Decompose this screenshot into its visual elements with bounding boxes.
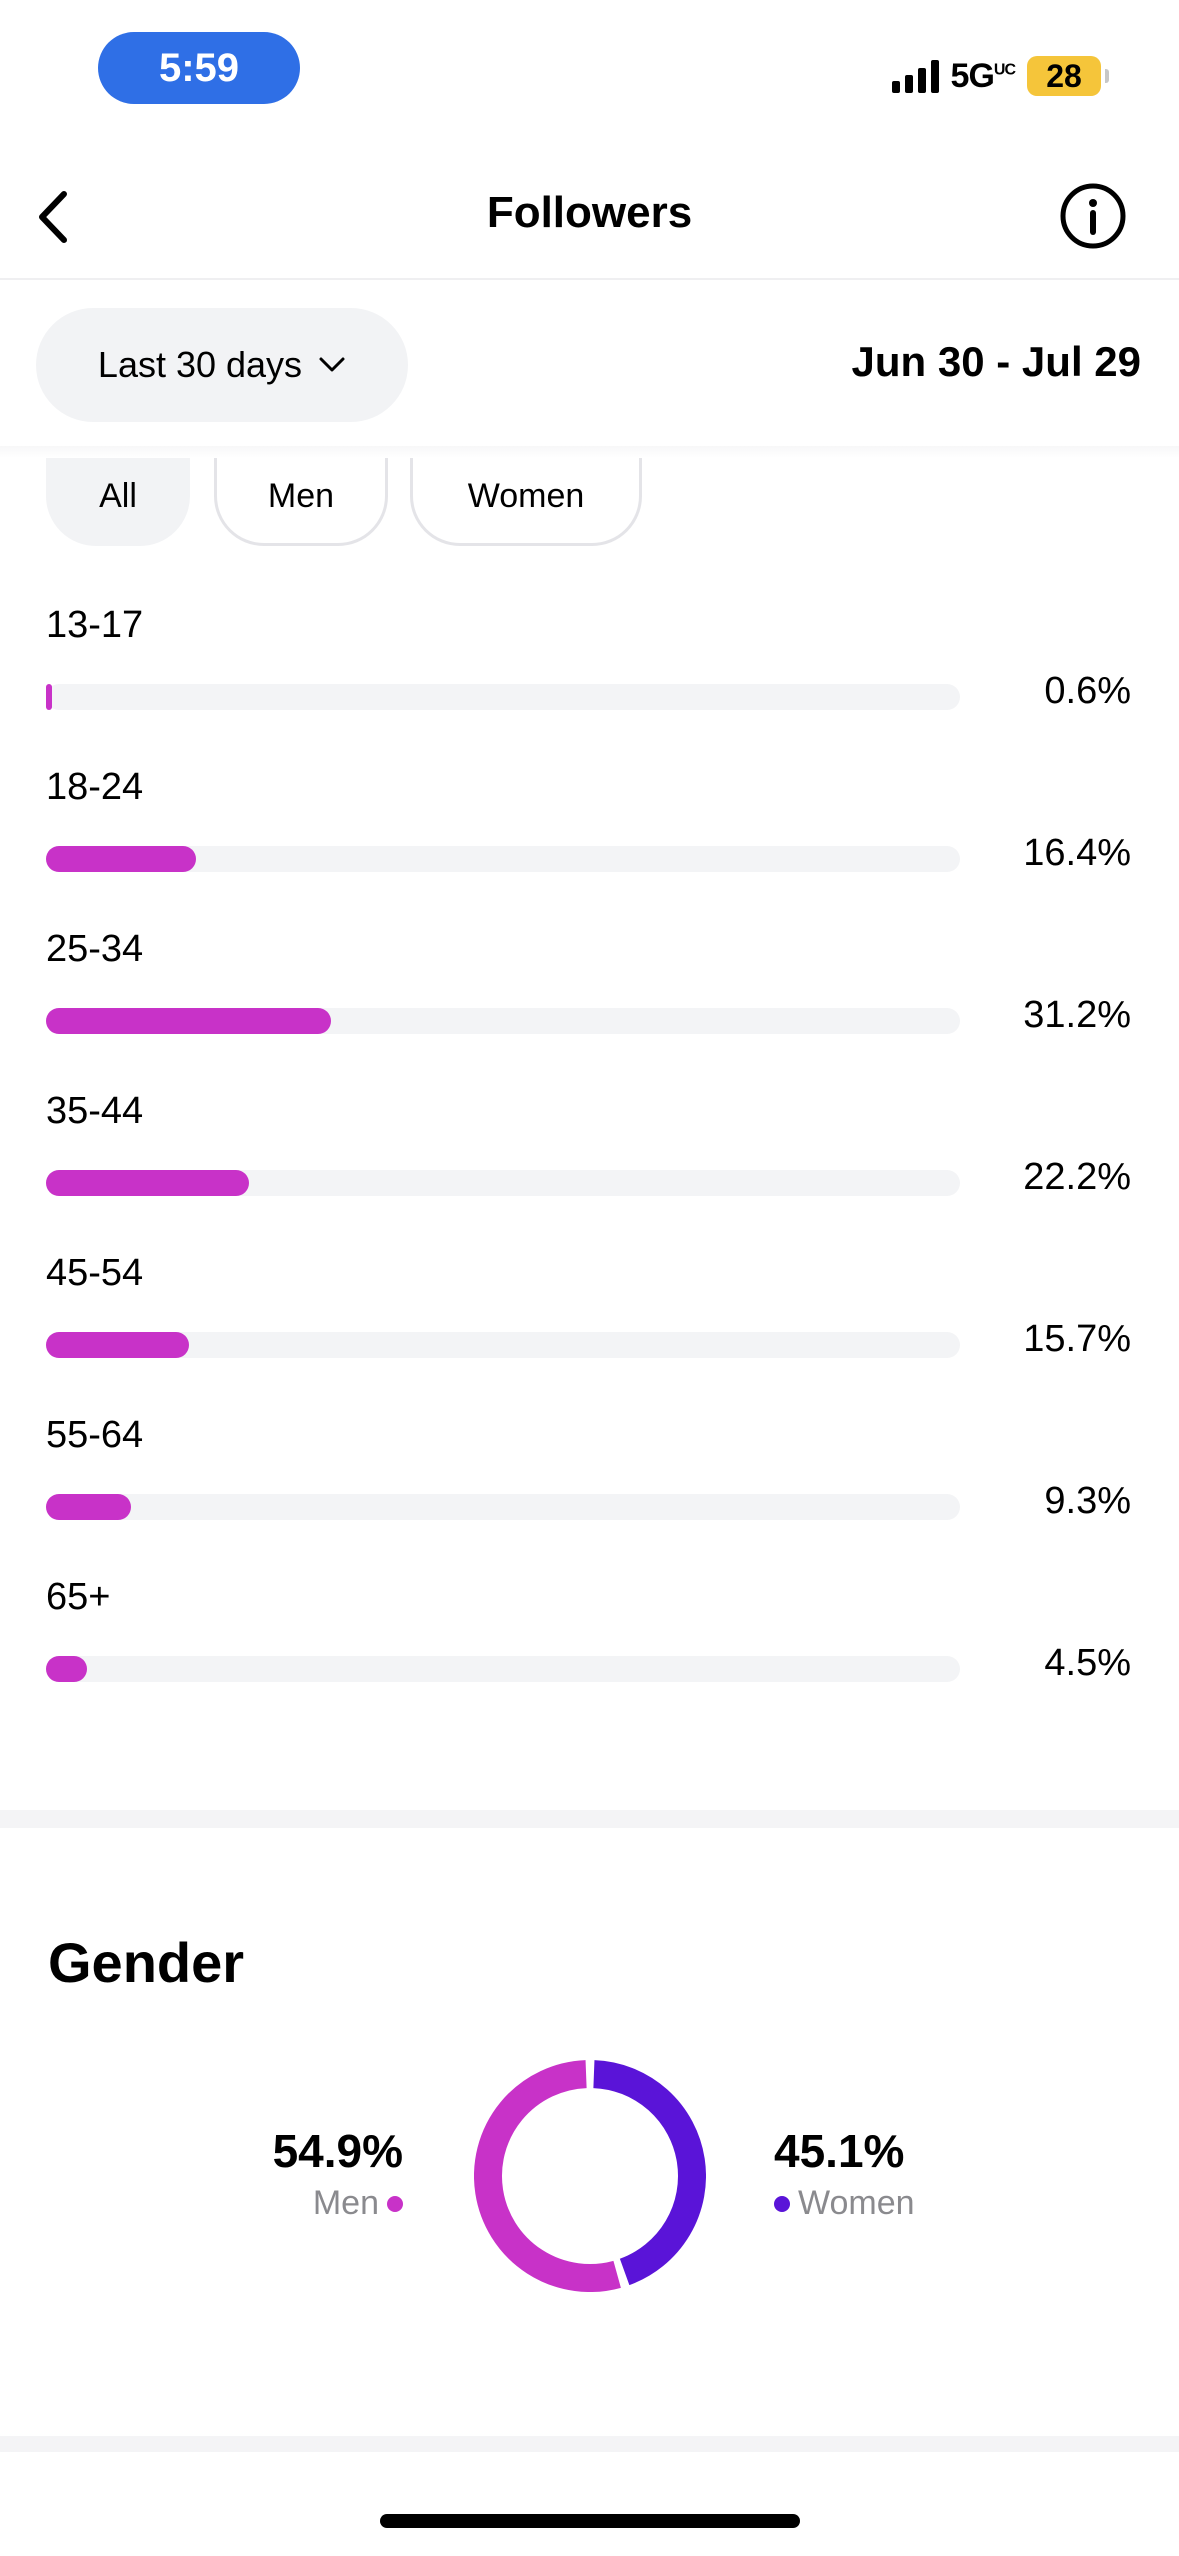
age-percent: 31.2%: [1023, 994, 1131, 1036]
age-bar-fill: [46, 1008, 332, 1034]
age-row: 13-17 0.6%: [0, 604, 1179, 766]
cellular-signal-icon: [891, 59, 939, 93]
age-label: 35-44: [46, 1090, 144, 1132]
age-percent: 4.5%: [1044, 1642, 1131, 1684]
age-bar-track: [46, 846, 960, 872]
age-percent: 0.6%: [1044, 670, 1131, 712]
home-indicator[interactable]: [380, 2514, 800, 2528]
age-percent: 16.4%: [1023, 832, 1131, 874]
page-title: Followers: [486, 188, 693, 237]
age-label: 25-34: [46, 928, 144, 970]
chevron-down-icon: [319, 357, 345, 372]
battery-icon: 28: [1027, 56, 1109, 96]
date-range-dropdown[interactable]: Last 30 days: [36, 308, 408, 422]
age-bar-track: [46, 1494, 960, 1520]
gender-section-title: Gender: [48, 1931, 245, 1994]
filter-chip-all[interactable]: All: [46, 446, 190, 546]
status-indicators: 5GUC 28: [891, 52, 1109, 100]
gender-men-stat: 54.9% Men: [273, 2124, 403, 2223]
gender-women-label: Women: [798, 2184, 915, 2222]
age-bar-fill: [46, 1656, 88, 1682]
age-percent: 22.2%: [1023, 1156, 1131, 1198]
date-range-text: Jun 30 - Jul 29: [851, 338, 1141, 385]
gender-men-percent: 54.9%: [272, 2125, 403, 2177]
age-row: 45-54 15.7%: [0, 1252, 1179, 1414]
scroll-fade: [0, 446, 1179, 458]
section-divider: [0, 2436, 1179, 2452]
network-type: 5GUC: [950, 56, 1016, 95]
age-row: 25-34 31.2%: [0, 928, 1179, 1090]
gender-filter-chips: All Men Women: [0, 446, 1179, 556]
age-bar-track: [46, 1656, 960, 1682]
battery-level: 28: [1046, 57, 1082, 94]
gender-women-percent: 45.1%: [774, 2125, 905, 2177]
age-row: 35-44 22.2%: [0, 1090, 1179, 1252]
age-bar-fill: [46, 1170, 249, 1196]
age-bar-fill: [46, 1494, 131, 1520]
age-bar-fill: [46, 684, 52, 710]
donut-slice-men: [474, 2060, 621, 2292]
gender-women-stat: 45.1% Women: [774, 2124, 915, 2223]
gender-men-label: Men: [312, 2184, 379, 2222]
status-time-pill[interactable]: 5:59: [98, 32, 300, 104]
age-label: 45-54: [46, 1252, 144, 1294]
donut-slice-women: [593, 2060, 706, 2286]
age-bar-fill: [46, 846, 196, 872]
nav-bar: Followers: [0, 160, 1179, 280]
age-row: 18-24 16.4%: [0, 766, 1179, 928]
section-divider: [0, 1810, 1179, 1828]
legend-dot-men: [387, 2195, 403, 2212]
age-label: 18-24: [46, 766, 144, 808]
age-bar-fill: [46, 1332, 190, 1358]
age-percent: 9.3%: [1044, 1480, 1131, 1522]
age-bar-track: [46, 684, 960, 710]
age-bar-track: [46, 1008, 960, 1034]
filter-chip-men[interactable]: Men: [214, 446, 388, 546]
age-label: 65+: [46, 1576, 111, 1618]
info-circle-icon[interactable]: [1057, 180, 1129, 252]
followers-screen: 5:59 5GUC 28 Followers Last 30 days Jun …: [0, 0, 1179, 2556]
legend-dot-women: [774, 2195, 790, 2212]
age-label: 55-64: [46, 1414, 144, 1456]
age-label: 13-17: [46, 604, 144, 646]
age-row: 65+ 4.5%: [0, 1576, 1179, 1738]
date-range-label: Last 30 days: [97, 344, 303, 385]
status-time: 5:59: [158, 45, 240, 90]
age-bar-track: [46, 1332, 960, 1358]
age-bar-track: [46, 1170, 960, 1196]
age-percent: 15.7%: [1023, 1318, 1131, 1360]
age-row: 55-64 9.3%: [0, 1414, 1179, 1576]
gender-donut-chart: [474, 2060, 706, 2292]
filter-chip-women[interactable]: Women: [410, 446, 642, 546]
